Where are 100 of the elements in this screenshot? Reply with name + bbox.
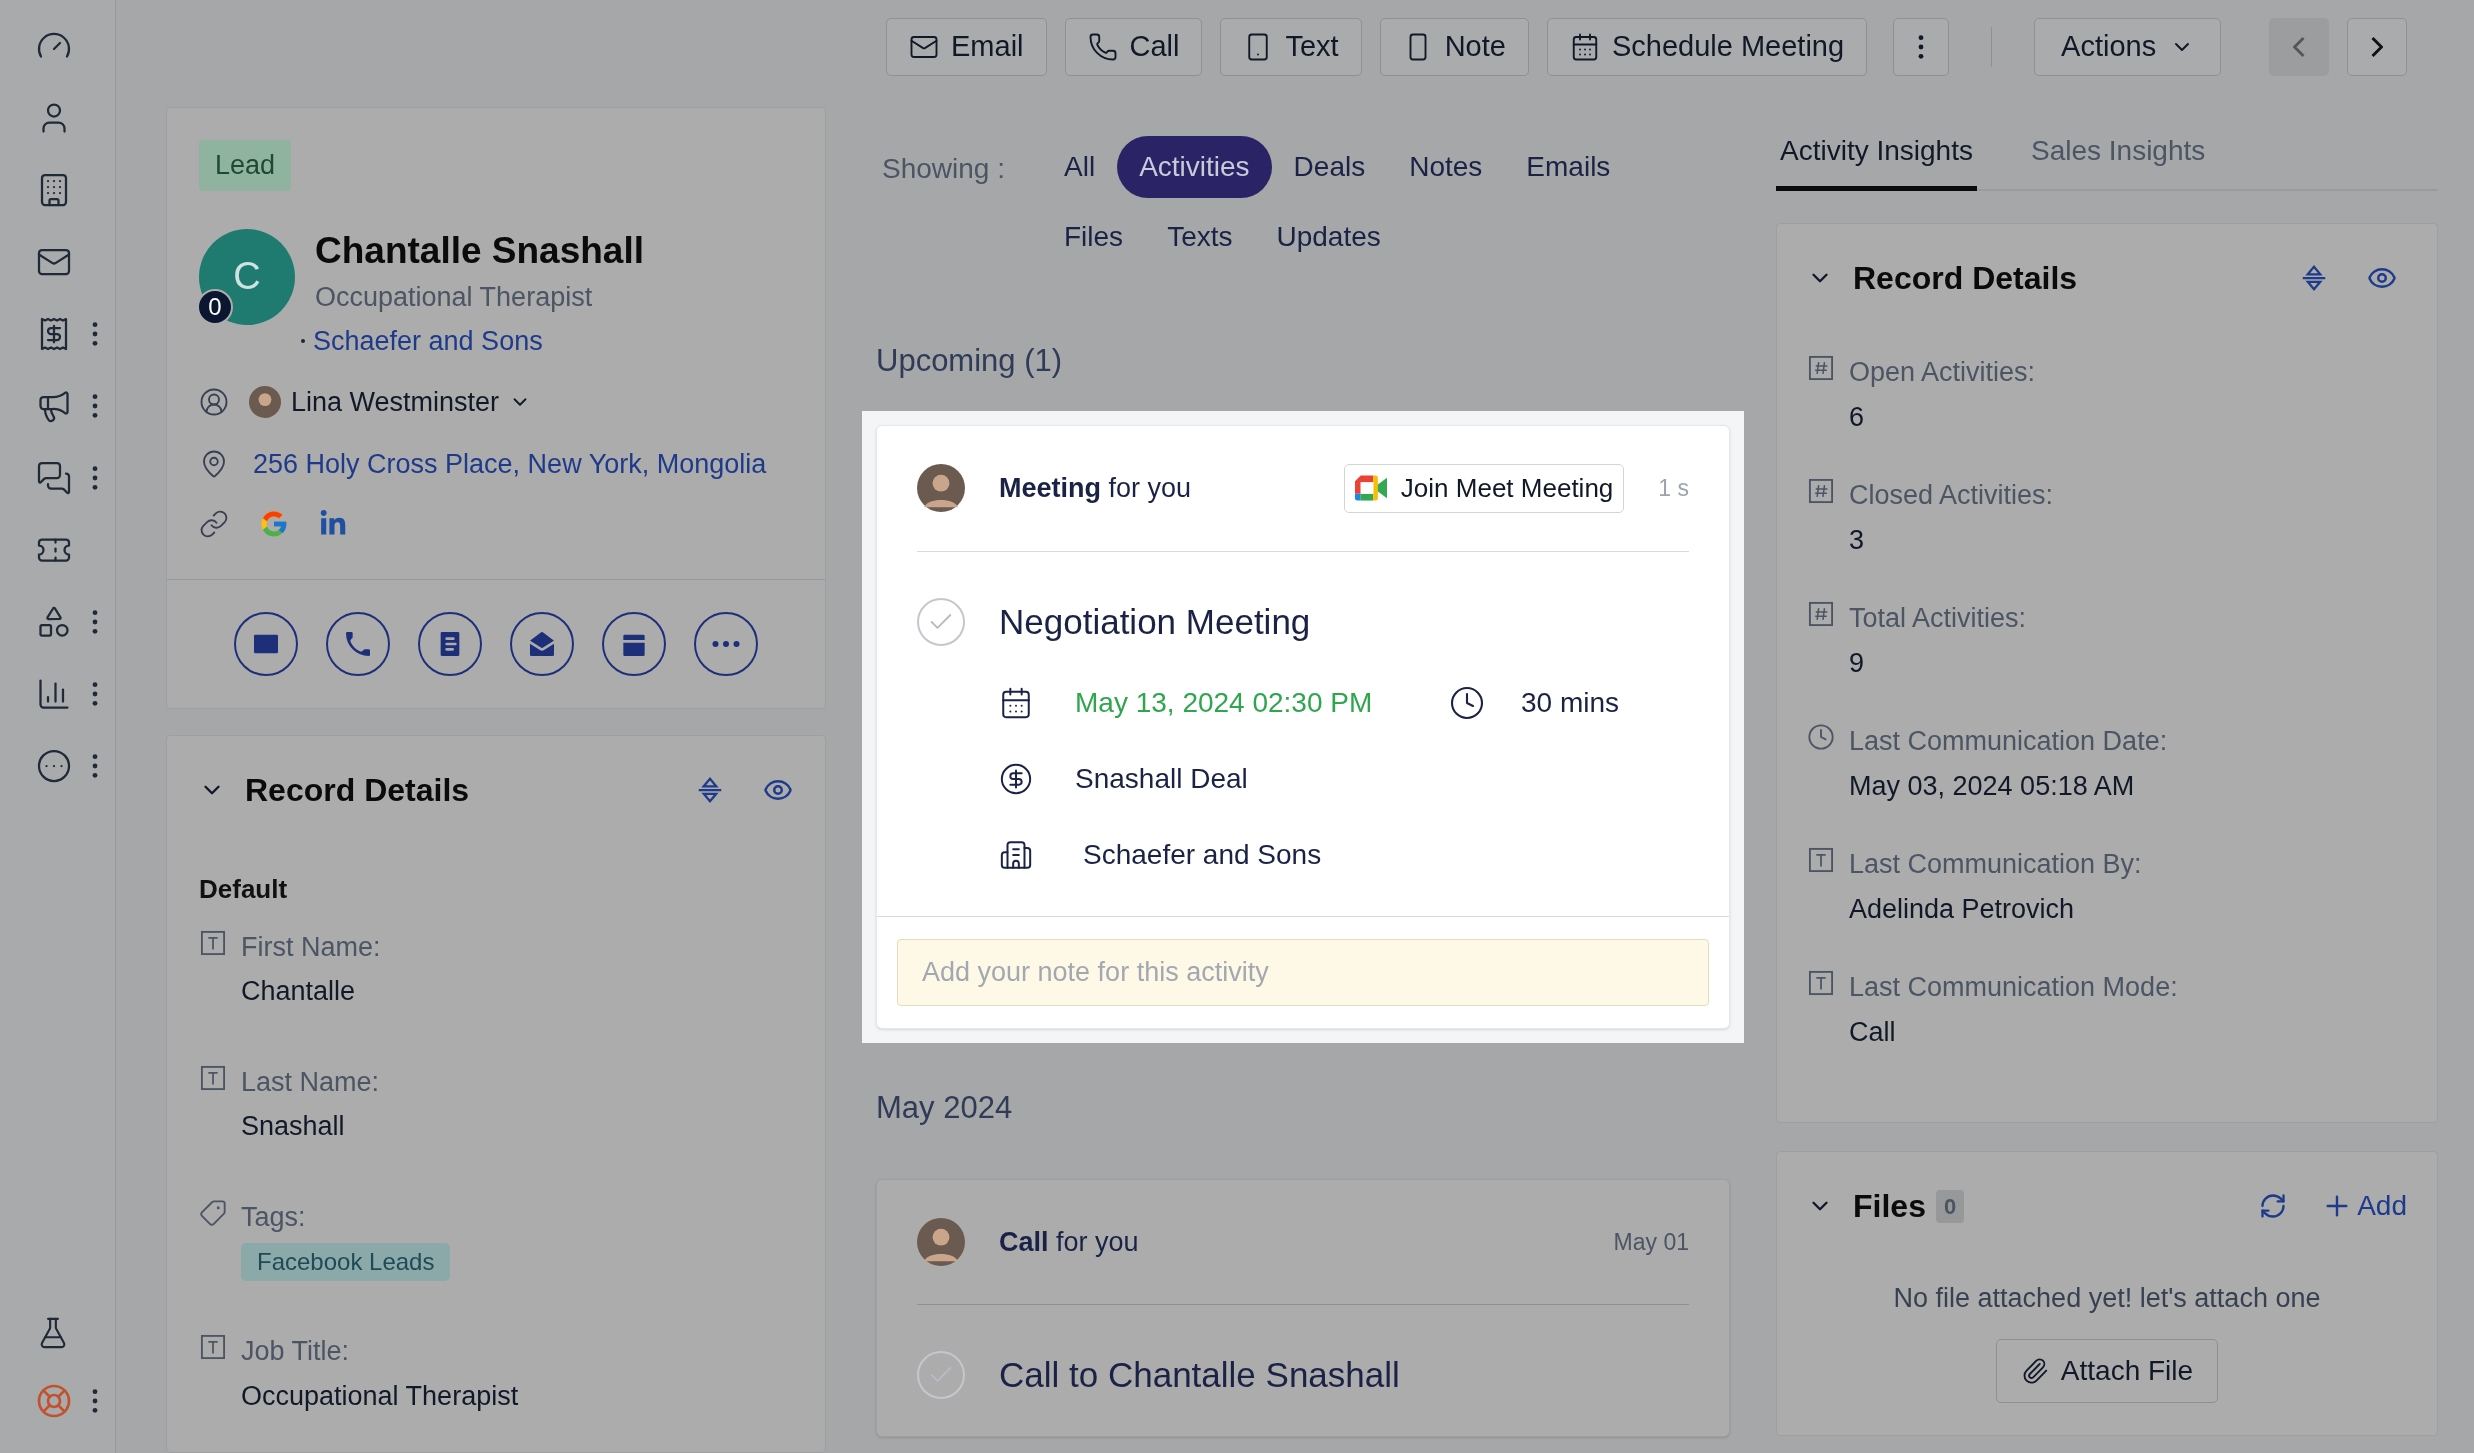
insights-tab[interactable]: Activity Insights [1776, 130, 1977, 191]
field-value: 3 [1849, 523, 1866, 557]
chat-icon[interactable] [36, 460, 72, 496]
megaphone-icon[interactable] [36, 388, 72, 424]
section-heading: Upcoming (1) [875, 342, 1064, 380]
deal-link[interactable]: Snashall Deal [1075, 758, 1248, 800]
kebab-icon[interactable] [92, 394, 98, 418]
kebab-icon[interactable] [92, 754, 98, 778]
address-link[interactable]: 256 Holy Cross Place, New York, Mongolia [253, 444, 767, 485]
activity-date: May 13, 2024 02:30 PM [1075, 686, 1374, 720]
more-icon[interactable] [36, 748, 72, 784]
clock-icon [1449, 685, 1485, 721]
count-badge: 0 [197, 288, 233, 325]
toolbar-button[interactable]: Text [1220, 18, 1362, 76]
note-field[interactable]: Add your note for this activity [897, 939, 1709, 1006]
activity-duration: 30 mins [1521, 686, 1620, 720]
filter-tab[interactable]: Texts [1145, 206, 1255, 268]
actions-dropdown[interactable]: Actions [2034, 18, 2222, 76]
clock-icon [1807, 723, 1835, 751]
quick-action-button[interactable] [602, 611, 666, 676]
hash-icon [1807, 600, 1835, 628]
field-label: Job Title: [241, 1335, 351, 1368]
quick-action-button[interactable] [326, 611, 390, 676]
section-title: Record Details [245, 770, 471, 810]
company-link[interactable]: Schaefer and Sons [313, 321, 543, 362]
complete-checkbox[interactable] [917, 597, 965, 646]
status-badge: Lead [199, 140, 292, 191]
kebab-icon[interactable] [92, 322, 98, 346]
field-label: First Name: [241, 930, 381, 964]
field-label: Last Communication Date: [1849, 725, 2168, 758]
field-value: 6 [1849, 400, 1866, 434]
toolbar-button[interactable]: Call [1064, 18, 1203, 76]
avatar: C 0 [199, 228, 295, 325]
activity-header: Call for you [999, 1225, 1140, 1259]
building-icon [999, 838, 1033, 872]
phone-icon [1087, 32, 1118, 62]
job-title: Occupational Therapist [315, 280, 594, 314]
field-value: Occupational Therapist [241, 1379, 519, 1413]
text-field-icon [1807, 969, 1835, 997]
field-value: 9 [1849, 646, 1866, 680]
text-field-icon [199, 1063, 227, 1092]
quick-action-button[interactable] [418, 611, 482, 676]
quick-action-button[interactable] [510, 611, 574, 676]
quick-action-button[interactable] [694, 611, 758, 676]
text-field-icon [199, 928, 227, 957]
more-icon [712, 640, 740, 647]
section-title: Record Details [1853, 259, 2079, 298]
shapes-icon[interactable] [36, 604, 72, 640]
kebab-icon[interactable] [92, 1389, 98, 1413]
filter-tab[interactable]: Activities [1117, 136, 1272, 198]
chevron-right-icon [2371, 36, 2384, 58]
complete-checkbox[interactable] [917, 1351, 965, 1400]
field-label: Last Communication Mode: [1849, 971, 2178, 1004]
next-button[interactable] [2347, 18, 2408, 76]
avatar [917, 1218, 965, 1266]
contact-name: Chantalle Snashall [315, 228, 644, 273]
field-label: Total Activities: [1849, 602, 2027, 635]
kebab-icon[interactable] [92, 682, 98, 706]
section-heading: May 2024 [875, 1088, 1014, 1127]
link-icon[interactable] [199, 508, 229, 539]
attach-file-button[interactable]: Attach File [1995, 1338, 2219, 1403]
kebab-icon[interactable] [92, 610, 98, 634]
owner-dropdown[interactable]: Lina Westminster [249, 381, 532, 422]
quick-action-button[interactable] [234, 611, 298, 676]
kebab-icon[interactable] [1918, 35, 1925, 59]
text-field-icon [1807, 846, 1835, 874]
field-value: Adelinda Petrovich [1849, 892, 2076, 926]
filter-label: Showing : [882, 152, 1006, 186]
company-link[interactable]: Schaefer and Sons [1083, 834, 1322, 876]
owner-icon [199, 386, 229, 417]
avatar [249, 385, 281, 418]
activity-time: May 01 [1613, 1227, 1689, 1257]
filter-tab[interactable]: All [1042, 136, 1118, 198]
filter-tab[interactable]: Updates [1254, 206, 1403, 268]
toolbar-button[interactable]: Email [886, 18, 1047, 76]
toolbar-button[interactable]: Schedule Meeting [1546, 18, 1868, 76]
toolbar-button[interactable]: Note [1379, 18, 1529, 76]
field-label: Tags: [241, 1200, 307, 1234]
refresh-icon[interactable] [2259, 1192, 2288, 1220]
section-title: Files [1853, 1187, 1926, 1226]
hash-icon [1807, 354, 1835, 382]
chevron-left-icon [2293, 36, 2306, 58]
linkedin-search-icon[interactable] [319, 509, 347, 538]
join-meeting-button[interactable]: Join Meet Meeting [1343, 463, 1625, 513]
filter-tab[interactable]: Notes [1387, 136, 1505, 198]
field-label: Closed Activities: [1849, 479, 2054, 512]
activity-title: Negotiation Meeting [999, 600, 1311, 643]
activity-time: 1 s [1658, 473, 1689, 503]
group-heading: Default [199, 872, 289, 906]
field-label: Last Communication By: [1849, 848, 2142, 881]
filter-tab[interactable]: Emails [1504, 136, 1633, 198]
hash-icon [1807, 477, 1835, 505]
filter-tab[interactable]: Deals [1271, 136, 1388, 198]
add-file-button[interactable]: Add [2321, 1185, 2407, 1227]
kebab-icon[interactable] [92, 466, 98, 490]
field-label: Last Name: [241, 1065, 380, 1099]
field-label: Open Activities: [1849, 356, 2036, 389]
dollar-icon [999, 762, 1033, 796]
filter-tab[interactable]: Files [1042, 206, 1146, 268]
avatar [917, 464, 965, 512]
